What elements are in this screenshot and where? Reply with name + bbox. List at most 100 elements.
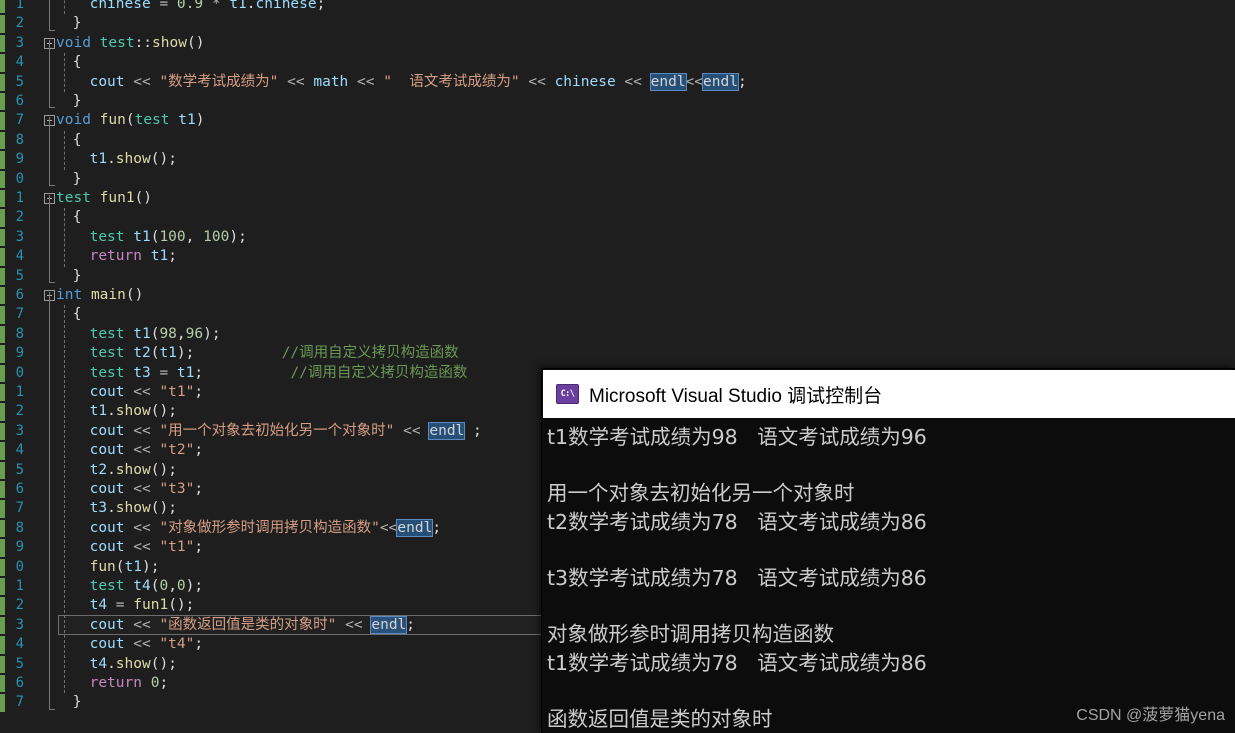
code-line[interactable]: fun(t1); (90, 558, 160, 577)
change-indicator-bar (0, 190, 5, 208)
console-output-line: 用一个对象去初始化另一个对象时 (547, 481, 855, 506)
selected-token: endl (702, 72, 739, 91)
code-line[interactable]: void fun(test t1) (56, 111, 204, 130)
debug-console-window[interactable]: C:\ Microsoft Visual Studio 调试控制台 t1数学考试… (541, 368, 1235, 733)
change-indicator-bar (0, 345, 5, 363)
outlining-bracket (49, 117, 50, 185)
change-indicator-bar (0, 34, 5, 53)
console-title-text: Microsoft Visual Studio 调试控制台 (589, 385, 883, 407)
code-line[interactable]: test t4(0,0); (90, 577, 204, 596)
csdn-watermark: CSDN @菠萝猫yena (1076, 707, 1225, 724)
indent-guide (64, 208, 65, 267)
code-line[interactable]: void test::show() (56, 34, 204, 53)
code-line[interactable]: test t3 = t1; //调用自定义拷贝构造函数 (90, 364, 468, 383)
change-indicator-bar (0, 694, 5, 712)
code-line[interactable]: return t1; (90, 247, 177, 266)
change-indicator-bar (0, 675, 5, 693)
code-line[interactable]: { (73, 208, 82, 227)
code-line[interactable]: cout << "t1"; (90, 538, 204, 557)
change-indicator-bar (0, 636, 5, 654)
console-output-line: 对象做形参时调用拷贝构造函数 (547, 622, 834, 647)
code-line[interactable]: test fun1() (56, 189, 152, 208)
console-output-line: t2数学考试成绩为78 语文考试成绩为86 (547, 509, 927, 534)
change-indicator-bar (0, 519, 5, 538)
indent-guide (64, 305, 65, 694)
console-output-line: t1数学考试成绩为78 语文考试成绩为86 (547, 650, 927, 675)
change-indicator-bar (0, 170, 5, 188)
change-indicator-bar (0, 558, 5, 576)
outlining-bracket (49, 0, 50, 30)
code-line[interactable]: cout << "用一个对象去初始化另一个对象时" << endl ; (90, 421, 482, 441)
code-line[interactable]: cout << "t2"; (90, 441, 204, 460)
code-line[interactable]: chinese = 0.9 * t1.chinese; (90, 0, 326, 14)
change-indicator-bar (0, 287, 5, 305)
indent-guide (64, 130, 65, 170)
console-title-bar[interactable]: C:\ Microsoft Visual Studio 调试控制台 (543, 370, 1235, 418)
code-line[interactable]: } (73, 14, 82, 33)
code-line[interactable]: t2.show(); (90, 461, 177, 480)
selected-token: endl (396, 518, 434, 537)
code-line[interactable]: cout << "t3"; (90, 480, 204, 499)
outlining-bracket (49, 39, 50, 108)
change-indicator-bar (0, 131, 5, 150)
code-line[interactable]: { (73, 305, 82, 324)
indent-guide (64, 0, 65, 15)
change-indicator-bar (0, 616, 5, 635)
change-indicator-bar (0, 73, 5, 91)
code-line[interactable]: cout << "对象做形参时调用拷贝构造函数"<<endl; (90, 518, 441, 538)
code-line[interactable]: } (73, 170, 82, 189)
code-line[interactable]: t1.show(); (90, 402, 177, 421)
code-line[interactable]: { (73, 131, 82, 150)
outlining-bracket (49, 195, 50, 282)
outlining-bracket-foot (49, 282, 55, 283)
code-line[interactable]: test t1(100, 100); (90, 228, 247, 247)
change-indicator-bar (0, 0, 5, 14)
change-indicator-bar (0, 151, 5, 169)
change-indicator-bar (0, 364, 5, 382)
code-line[interactable]: t3.show(); (90, 499, 177, 518)
change-indicator-bar (0, 655, 5, 673)
outlining-bracket-foot (49, 708, 55, 710)
code-line[interactable]: test t2(t1); //调用自定义拷贝构造函数 (90, 344, 459, 363)
change-indicator-bar (0, 500, 5, 518)
change-indicator-bar (0, 461, 5, 479)
code-line[interactable]: } (73, 693, 82, 712)
code-line[interactable]: t1.show(); (90, 150, 177, 169)
change-indicator-bar (0, 422, 5, 441)
change-indicator-bar (0, 93, 5, 111)
code-line[interactable]: } (73, 267, 82, 286)
selected-token: endl (649, 72, 687, 91)
outlining-bracket-foot (49, 185, 55, 186)
code-line[interactable]: cout << "t4"; (90, 635, 204, 654)
code-line[interactable]: return 0; (90, 674, 169, 693)
code-line[interactable]: { (73, 53, 82, 72)
code-line[interactable]: int main() (56, 286, 143, 305)
console-output-area[interactable]: t1数学考试成绩为98 语文考试成绩为96 用一个对象去初始化另一个对象时 t2数… (543, 418, 1235, 733)
change-indicator-bar (0, 403, 5, 421)
console-window-icon: C:\ (556, 384, 579, 404)
code-line[interactable]: t4.show(); (90, 655, 177, 674)
change-indicator-bar (0, 306, 5, 324)
change-indicator-bar (0, 228, 5, 247)
change-indicator-bar (0, 267, 5, 285)
code-line[interactable]: test t1(98,96); (90, 325, 221, 344)
console-icon-label: C:\ (560, 389, 575, 399)
change-indicator-bar (0, 54, 5, 72)
code-line[interactable]: } (73, 92, 82, 111)
change-indicator-bar (0, 209, 5, 227)
code-line[interactable]: cout << "数学考试成绩为" << math << " 语文考试成绩为" … (90, 72, 747, 92)
console-output-line: t1数学考试成绩为98 语文考试成绩为96 (547, 425, 927, 449)
change-indicator-bar (0, 539, 5, 557)
change-indicator-bar (0, 112, 5, 130)
change-indicator-bar (0, 15, 5, 33)
outlining-bracket (49, 292, 50, 709)
change-indicator-bar (0, 597, 5, 615)
code-line[interactable]: t4 = fun1(); (90, 596, 195, 615)
outlining-bracket-foot (49, 107, 55, 109)
change-indicator-bar (0, 481, 5, 499)
code-line[interactable]: cout << "t1"; (90, 383, 204, 402)
indent-guide (64, 53, 65, 92)
